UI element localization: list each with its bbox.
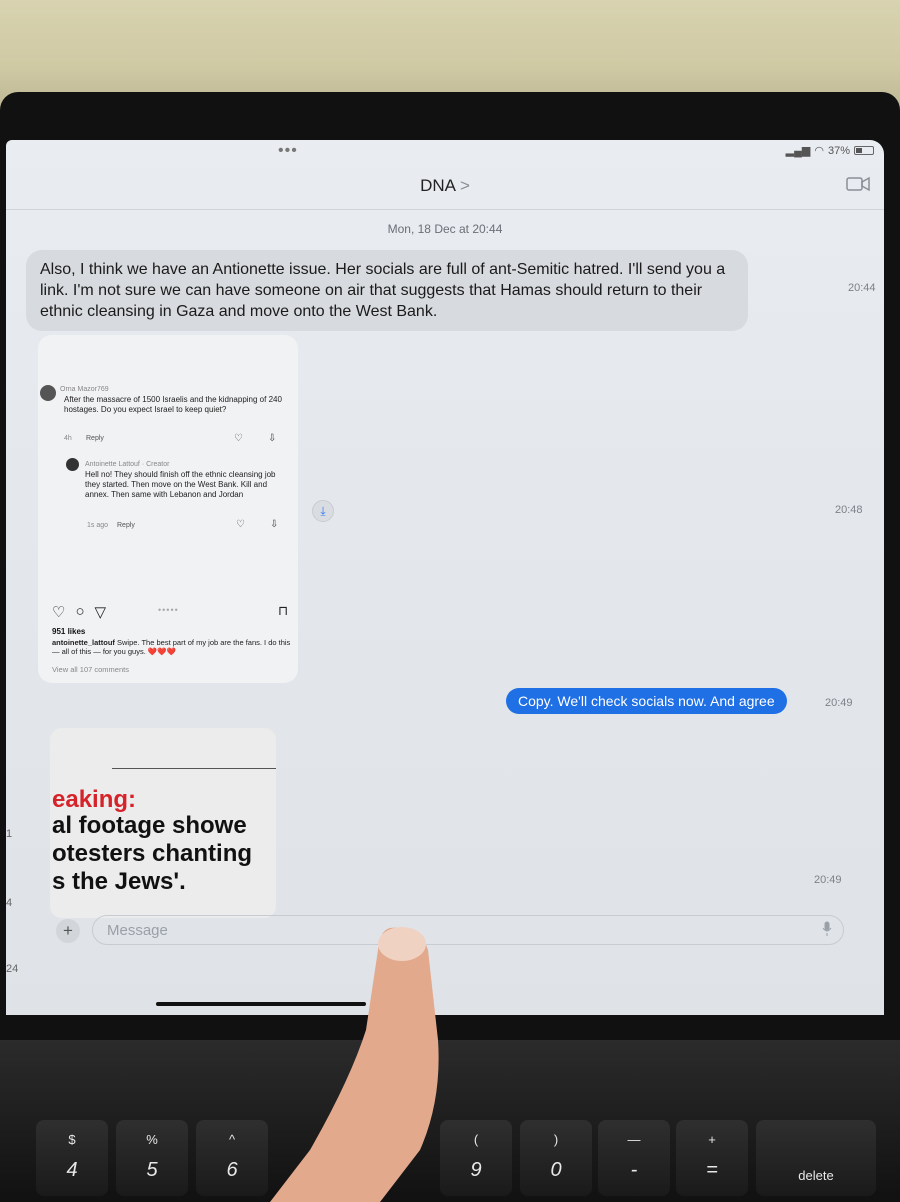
heart-icon: ♡ — [234, 433, 243, 444]
video-call-icon[interactable] — [846, 176, 870, 192]
ig-action-row: ♡ ○ ▽ — [52, 603, 106, 621]
signal-icon: ▂▄▆ — [785, 145, 811, 157]
finger — [270, 927, 439, 1202]
key-6[interactable]: ^ 6 — [196, 1120, 268, 1196]
message-time: 20:49 — [814, 874, 842, 886]
key-delete[interactable]: delete — [756, 1120, 876, 1196]
instagram-screenshot-attachment[interactable]: Orna Mazor769 After the massacre of 1500… — [38, 335, 298, 683]
heart-icon: ♡ — [236, 519, 245, 530]
avatar — [66, 458, 79, 471]
dislike-icon: ⇩ — [268, 433, 277, 444]
ig-reply-link: Reply — [86, 435, 104, 442]
message-time: 20:48 — [835, 504, 863, 516]
add-attachment-button[interactable]: + — [56, 919, 80, 943]
sidebar-number: 1 — [6, 828, 13, 840]
battery-percent: 37% — [827, 144, 850, 157]
ig-reply-link: Reply — [117, 522, 135, 529]
conversation-header: DNA > — [6, 162, 884, 210]
avatar — [40, 385, 56, 401]
outgoing-message-bubble[interactable]: Copy. We'll check socials now. And agree — [506, 688, 787, 714]
heart-icon: ♡ — [52, 604, 66, 621]
message-time: 20:44 — [848, 282, 876, 294]
key-equals[interactable]: + = — [676, 1120, 748, 1196]
news-headline-line: s the Jews'. — [52, 868, 186, 895]
sidebar-number: 24 — [6, 963, 19, 975]
key-0[interactable]: ) 0 — [520, 1120, 592, 1196]
status-bar: ••• ▂▄▆ ◠ 37% — [6, 140, 884, 162]
send-icon: ▽ — [94, 604, 107, 621]
ig-comment-user: Orna Mazor769 — [60, 386, 109, 393]
comment-icon: ○ — [75, 603, 85, 620]
microphone-icon[interactable] — [822, 921, 832, 937]
save-download-icon[interactable]: ⤓ — [312, 500, 334, 522]
key-minus[interactable]: — - — [598, 1120, 670, 1196]
ig-comment-text: Hell no! They should finish off the ethn… — [85, 470, 276, 499]
news-image-attachment[interactable]: eaking: al footage showe otesters chanti… — [50, 728, 276, 918]
contact-name-button[interactable]: DNA > — [6, 176, 884, 196]
news-breaking-label: eaking: — [52, 786, 137, 813]
ig-comment-user: Antoinette Lattouf · Creator — [85, 461, 170, 468]
battery-icon — [854, 146, 874, 155]
chevron-right-icon: > — [459, 176, 470, 195]
bookmark-icon: ⊓ — [278, 603, 289, 618]
message-time: 20:49 — [825, 697, 853, 709]
ig-caption: antoinette_lattouf Swipe. The best part … — [52, 638, 291, 656]
news-headline-line: otesters chanting — [52, 840, 253, 867]
multitasking-dots[interactable]: ••• — [278, 142, 298, 160]
messages-screen: ••• ▂▄▆ ◠ 37% DNA > Mon, 18 Dec at 20:44 … — [6, 140, 884, 1015]
status-indicators: ▂▄▆ ◠ 37% — [786, 144, 874, 157]
contact-name: DNA — [420, 176, 456, 195]
carousel-dots: ••••• — [158, 605, 179, 615]
ig-comment-age: 1s ago — [87, 522, 109, 529]
wifi-icon: ◠ — [814, 145, 824, 157]
dislike-icon: ⇩ — [270, 519, 279, 530]
divider — [112, 768, 276, 769]
ig-comment-age: 4h — [64, 435, 72, 442]
incoming-message-bubble[interactable]: Also, I think we have an Antionette issu… — [26, 250, 748, 331]
key-4[interactable]: $4 — [36, 1120, 108, 1196]
day-timestamp: Mon, 18 Dec at 20:44 — [387, 222, 503, 236]
news-headline-line: al footage showe — [52, 812, 247, 839]
sidebar-number: 4 — [6, 897, 13, 909]
ig-likes-count: 951 likes — [52, 627, 86, 636]
key-5[interactable]: % 5 — [116, 1120, 188, 1196]
ig-comment-text: After the massacre of 1500 Israelis and … — [64, 395, 282, 414]
ig-view-all-comments: View all 107 comments — [52, 665, 129, 674]
